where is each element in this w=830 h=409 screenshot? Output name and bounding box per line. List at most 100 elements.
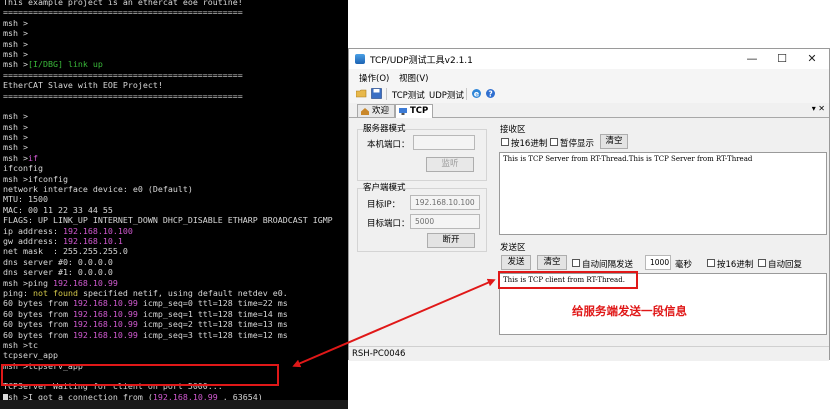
terminal-text: 192.168.10.99 (72, 319, 138, 330)
terminal-text: 192.168.10.99 (72, 329, 138, 340)
app-icon (355, 54, 365, 64)
tab-close-icon[interactable]: ▾ ✕ (812, 104, 825, 113)
terminal-text: msh > (3, 132, 28, 143)
receive-textarea[interactable]: This is TCP Server from RT-Thread.This i… (499, 152, 827, 235)
toolbar-separator (466, 88, 467, 100)
terminal-line: ========================================… (3, 7, 333, 17)
auto-send-label: 自动间隔发送 (582, 260, 634, 270)
terminal-text: 60 bytes from (3, 298, 73, 309)
auto-reply-checkbox[interactable] (758, 259, 766, 267)
svg-text:?: ? (488, 89, 492, 98)
help-icon[interactable]: ? (485, 88, 496, 99)
ie-icon[interactable]: e (471, 88, 482, 99)
terminal-line: msh >tc (3, 340, 333, 350)
terminal-text: ========================================… (3, 90, 243, 101)
terminal-text: msh >ping (3, 277, 53, 288)
terminal-text: msh > (3, 152, 28, 163)
target-port-input[interactable]: 5000 (410, 214, 480, 229)
receive-area-title: 接收区 (500, 125, 526, 135)
terminal-line: msh >ping 192.168.10.99 (3, 278, 333, 288)
terminal-text: 60 bytes from (3, 308, 73, 319)
terminal-line: msh > (3, 142, 333, 152)
terminal-text: 192.168.10.100 (62, 225, 133, 236)
receive-hex-label: 按16进制 (511, 139, 548, 149)
pause-display-label: 暂停显示 (560, 139, 595, 149)
terminal-text: msh >tc (3, 339, 38, 350)
window-title: TCP/UDP测试工具v2.1.1 (370, 56, 473, 66)
terminal-text: msh > (3, 121, 28, 132)
terminal-console[interactable]: This example project is an ethercat eoe … (0, 0, 348, 409)
terminal-line: dns server #1: 0.0.0.0 (3, 267, 333, 277)
terminal-line: net mask : 255.255.255.0 (3, 246, 333, 256)
send-clear-button[interactable]: 清空 (537, 255, 567, 270)
terminal-line: ifconfig (3, 163, 333, 173)
terminal-line: ========================================… (3, 70, 333, 80)
network-icon (399, 108, 407, 115)
send-hex-checkbox[interactable] (707, 259, 715, 267)
tcp-test-button[interactable]: TCP测试 (392, 89, 425, 101)
tab-tcp[interactable]: TCP (395, 104, 433, 118)
terminal-line: msh >ifconfig (3, 174, 333, 184)
target-ip-label: 目标IP： (367, 200, 401, 210)
auto-reply-label: 自动回复 (768, 260, 803, 270)
send-button[interactable]: 发送 (501, 255, 531, 270)
tab-welcome-label: 欢迎 (372, 106, 390, 116)
auto-send-checkbox[interactable] (572, 259, 580, 267)
terminal-line: tcpserv_app (3, 350, 333, 360)
terminal-text: network interface device: e0 (Default) (3, 184, 193, 195)
terminal-text: msh > (3, 17, 28, 28)
menu-view[interactable]: 视图(V) (399, 72, 428, 84)
pause-display-checkbox[interactable] (550, 138, 558, 146)
terminal-text: msh > (3, 38, 28, 49)
minimize-button[interactable]: — (737, 51, 767, 67)
local-port-input[interactable] (413, 135, 475, 150)
terminal-line: 60 bytes from 192.168.10.99 icmp_seq=3 t… (3, 330, 333, 340)
terminal-line: msh >[I/DBG] link up (3, 59, 333, 69)
terminal-output: This example project is an ethercat eoe … (3, 0, 333, 409)
terminal-line: msh > (3, 132, 333, 142)
client-mode-title: 客户端模式 (363, 183, 406, 193)
terminal-line: ========================================… (3, 91, 333, 101)
terminal-text: This example project is an ethercat eoe … (3, 0, 243, 7)
server-mode-title: 服务器模式 (363, 124, 406, 134)
disconnect-button[interactable]: 断开 (427, 233, 475, 248)
local-port-label: 本机端口： (367, 140, 410, 150)
save-icon[interactable] (371, 88, 382, 99)
status-bar: RSH-PC0046 (349, 346, 829, 361)
tab-welcome[interactable]: 欢迎 (357, 104, 395, 117)
terminal-line: msh > (3, 111, 333, 121)
terminal-text: ip address: (3, 225, 63, 236)
open-folder-icon[interactable] (356, 88, 367, 99)
menu-operate[interactable]: 操作(O) (359, 72, 389, 84)
receive-clear-button[interactable]: 清空 (600, 134, 628, 149)
receive-hex-checkbox[interactable] (501, 138, 509, 146)
terminal-scrollbar[interactable] (0, 400, 348, 409)
maximize-button[interactable]: ☐ (767, 51, 797, 67)
send-hex-label: 按16进制 (717, 260, 754, 270)
terminal-line: EtherCAT Slave with EOE Project! (3, 80, 333, 90)
terminal-text: msh >ifconfig (3, 173, 68, 184)
terminal-line: ping: not found specified netif, using d… (3, 288, 333, 298)
udp-test-button[interactable]: UDP测试 (429, 89, 464, 101)
terminal-text: 60 bytes from (3, 319, 73, 330)
terminal-line: MAC: 00 11 22 33 44 55 (3, 205, 333, 215)
listen-button[interactable]: 监听 (426, 157, 474, 172)
terminal-text: icmp_seq=0 ttl=128 time=22 ms (137, 298, 288, 309)
terminal-text: msh > (3, 59, 28, 70)
terminal-text: dns server #1: 0.0.0.0 (3, 267, 113, 278)
terminal-text: ping: (3, 287, 33, 298)
window-titlebar[interactable]: TCP/UDP测试工具v2.1.1 — ☐ ✕ (349, 49, 829, 69)
toolbar-separator (386, 88, 387, 100)
target-ip-input[interactable]: 192.168.10.100 (410, 195, 480, 210)
terminal-line: FLAGS: UP LINK_UP INTERNET_DOWN DHCP_DIS… (3, 215, 333, 225)
terminal-text: 192.168.10.99 (72, 298, 138, 309)
terminal-text: tcpserv_app (3, 350, 58, 361)
terminal-text: not found (32, 287, 78, 298)
terminal-text: msh > (3, 28, 28, 39)
close-button[interactable]: ✕ (797, 51, 827, 67)
terminal-text: specified netif, using default netdev e0… (77, 287, 288, 298)
terminal-line: msh > (3, 122, 333, 132)
terminal-line: msh > (3, 18, 333, 28)
interval-input[interactable]: 1000 (645, 255, 671, 270)
annotation-text: 给服务端发送一段信息 (572, 304, 687, 318)
